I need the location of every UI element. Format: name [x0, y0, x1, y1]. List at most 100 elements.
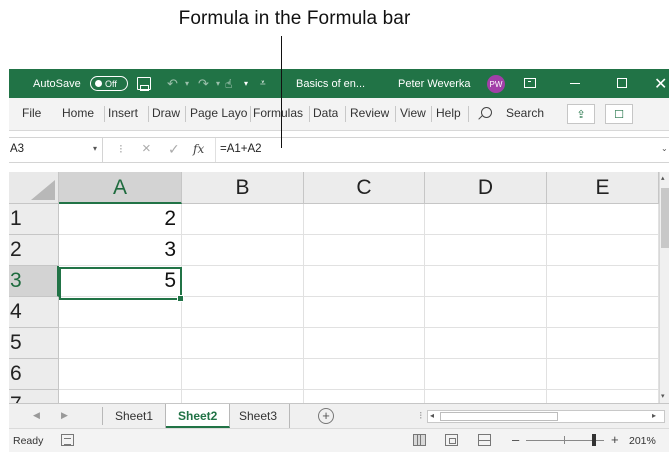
- tab-insert[interactable]: Insert: [108, 106, 138, 120]
- redo-dropdown-icon[interactable]: ▾: [216, 69, 220, 98]
- comments-button[interactable]: ☐: [605, 104, 633, 124]
- cell-e5[interactable]: [547, 328, 659, 359]
- tab-formulas[interactable]: Formulas: [253, 106, 303, 120]
- save-icon[interactable]: [137, 77, 151, 91]
- avatar[interactable]: PW: [487, 75, 505, 93]
- cell-a5[interactable]: [59, 328, 182, 359]
- tab-review[interactable]: Review: [350, 106, 389, 120]
- tab-data[interactable]: Data: [313, 106, 338, 120]
- row-header-6[interactable]: 6: [9, 359, 59, 390]
- customize-toolbar-icon[interactable]: ⩡: [260, 69, 266, 98]
- cell-c4[interactable]: [304, 297, 425, 328]
- vertical-scroll-thumb[interactable]: [661, 188, 669, 248]
- expand-formula-bar-icon[interactable]: ⌄: [661, 144, 668, 153]
- cell-b6[interactable]: [182, 359, 304, 390]
- share-button[interactable]: ⇪: [567, 104, 595, 124]
- cell-a1[interactable]: 2: [59, 204, 182, 235]
- column-header-a[interactable]: A: [59, 172, 182, 204]
- document-title[interactable]: Basics of en...: [296, 69, 365, 98]
- cell-c1[interactable]: [304, 204, 425, 235]
- enter-entry-icon[interactable]: ✓: [168, 141, 180, 158]
- column-header-b[interactable]: B: [182, 172, 304, 204]
- row-header-7[interactable]: 7: [9, 390, 59, 403]
- undo-dropdown-icon[interactable]: ▾: [185, 69, 189, 98]
- row-header-5[interactable]: 5: [9, 328, 59, 359]
- column-header-e[interactable]: E: [547, 172, 659, 204]
- cell-a2[interactable]: 3: [59, 235, 182, 266]
- accessibility-icon[interactable]: [61, 434, 74, 446]
- active-cell-cursor[interactable]: [59, 267, 184, 302]
- row-header-3[interactable]: 3: [9, 266, 59, 297]
- sheet-tab-sheet3[interactable]: Sheet3: [227, 404, 291, 428]
- autosave-toggle[interactable]: Off: [90, 76, 128, 91]
- previous-sheet-icon[interactable]: ◀: [33, 410, 40, 421]
- scroll-right-icon[interactable]: ▸: [652, 411, 656, 420]
- sheet-tab-sheet1[interactable]: Sheet1: [103, 404, 167, 428]
- tab-help[interactable]: Help: [436, 106, 461, 120]
- tab-view[interactable]: View: [400, 106, 426, 120]
- cell-e3[interactable]: [547, 266, 659, 297]
- redo-icon[interactable]: ↷: [198, 69, 209, 98]
- cell-b2[interactable]: [182, 235, 304, 266]
- cell-c3[interactable]: [304, 266, 425, 297]
- minimize-icon[interactable]: [570, 83, 580, 84]
- zoom-in-icon[interactable]: +: [611, 432, 619, 447]
- column-header-c[interactable]: C: [304, 172, 425, 204]
- add-sheet-button[interactable]: +: [318, 408, 334, 424]
- cell-b1[interactable]: [182, 204, 304, 235]
- cell-a6[interactable]: [59, 359, 182, 390]
- cell-e4[interactable]: [547, 297, 659, 328]
- cell-e2[interactable]: [547, 235, 659, 266]
- cell-e7[interactable]: [547, 390, 659, 403]
- horizontal-scroll-thumb[interactable]: [440, 412, 558, 421]
- scroll-down-icon[interactable]: ▾: [661, 392, 665, 400]
- column-header-d[interactable]: D: [425, 172, 547, 204]
- tab-splitter-icon[interactable]: ⁝: [419, 409, 423, 422]
- formula-input[interactable]: =A1+A2: [220, 143, 262, 155]
- cell-b4[interactable]: [182, 297, 304, 328]
- page-layout-view-icon[interactable]: [445, 434, 458, 446]
- row-header-1[interactable]: 1: [9, 204, 59, 235]
- sheet-tab-sheet2[interactable]: Sheet2: [166, 404, 231, 428]
- search-icon[interactable]: [481, 107, 492, 118]
- touch-mode-dropdown-icon[interactable]: ▾: [244, 69, 248, 98]
- cell-e6[interactable]: [547, 359, 659, 390]
- cell-b5[interactable]: [182, 328, 304, 359]
- cell-e1[interactable]: [547, 204, 659, 235]
- insert-function-icon[interactable]: fx: [193, 142, 204, 156]
- tab-draw[interactable]: Draw: [152, 106, 180, 120]
- cell-d2[interactable]: [425, 235, 547, 266]
- select-all-corner[interactable]: [9, 172, 59, 204]
- next-sheet-icon[interactable]: ▶: [61, 410, 68, 421]
- row-header-2[interactable]: 2: [9, 235, 59, 266]
- undo-icon[interactable]: ↶: [167, 69, 178, 98]
- name-box-dropdown-icon[interactable]: ▾: [93, 144, 97, 153]
- name-box[interactable]: A3: [9, 138, 103, 162]
- horizontal-scrollbar[interactable]: ◂ ▸: [427, 410, 665, 423]
- tab-page-layout[interactable]: Page Layout: [190, 106, 248, 120]
- row-header-4[interactable]: 4: [9, 297, 59, 328]
- user-name[interactable]: Peter Weverka: [398, 69, 471, 98]
- cell-c5[interactable]: [304, 328, 425, 359]
- scroll-left-icon[interactable]: ◂: [430, 411, 434, 420]
- cell-c7[interactable]: [304, 390, 425, 403]
- tab-file[interactable]: File: [22, 106, 41, 120]
- close-icon[interactable]: ✕: [654, 69, 667, 98]
- search-label[interactable]: Search: [506, 106, 544, 120]
- page-break-preview-icon[interactable]: [478, 434, 491, 446]
- cell-c6[interactable]: [304, 359, 425, 390]
- cell-a4[interactable]: [59, 297, 182, 328]
- tab-home[interactable]: Home: [62, 106, 94, 120]
- touch-mode-icon[interactable]: ☝: [225, 69, 232, 98]
- cell-d3[interactable]: [425, 266, 547, 297]
- zoom-level[interactable]: 201%: [629, 435, 656, 447]
- maximize-icon[interactable]: [617, 78, 627, 88]
- cell-a7[interactable]: [59, 390, 182, 403]
- cell-b7[interactable]: [182, 390, 304, 403]
- cell-d7[interactable]: [425, 390, 547, 403]
- cancel-entry-icon[interactable]: ×: [142, 140, 151, 157]
- zoom-out-icon[interactable]: –: [512, 432, 519, 447]
- normal-view-icon[interactable]: [413, 434, 426, 446]
- cell-b3[interactable]: [182, 266, 304, 297]
- scroll-up-icon[interactable]: ▴: [661, 174, 665, 182]
